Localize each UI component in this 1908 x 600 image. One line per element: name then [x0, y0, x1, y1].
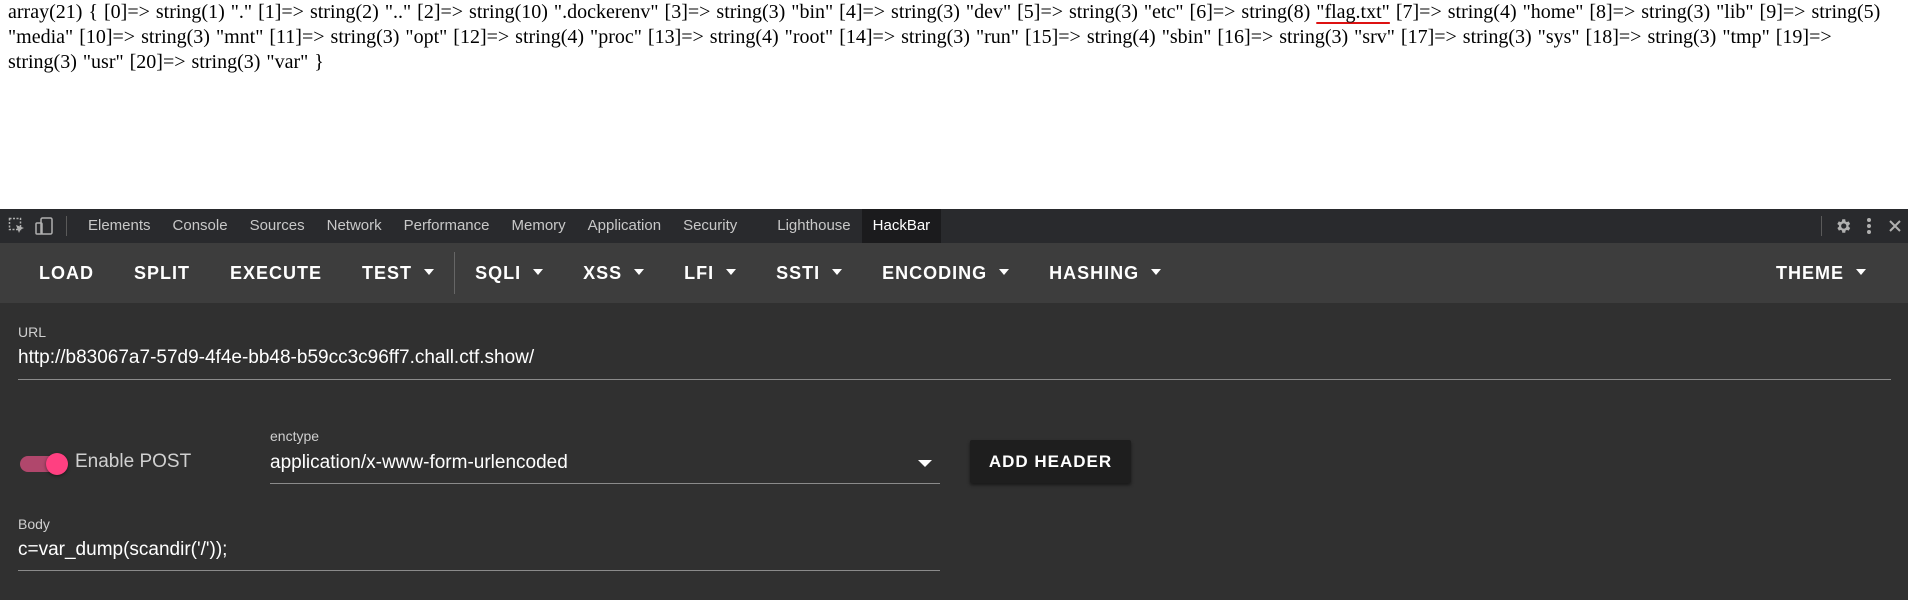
enctype-select[interactable]: application/x-www-form-urlencoded — [270, 452, 568, 474]
tab-performance[interactable]: Performance — [393, 209, 501, 243]
toolbar-divider — [1821, 216, 1822, 236]
test-dropdown[interactable]: TEST — [342, 243, 454, 303]
hackbar-toolbar: LOAD SPLIT EXECUTE TEST SQLI XSS LFI SST… — [0, 243, 1908, 303]
theme-dropdown[interactable]: THEME — [1756, 243, 1886, 303]
xss-dropdown[interactable]: XSS — [563, 243, 664, 303]
output-segment: array(21) { [0]=> string(1) "." [1]=> st… — [8, 1, 1317, 23]
caret-down-icon — [999, 269, 1010, 276]
load-label: LOAD — [39, 263, 94, 283]
tab-console[interactable]: Console — [162, 209, 239, 243]
enctype-label: enctype — [270, 428, 320, 444]
toggle-knob — [46, 453, 68, 475]
xss-label: XSS — [583, 263, 623, 283]
close-icon[interactable] — [1882, 209, 1908, 243]
ssti-dropdown[interactable]: SSTI — [756, 243, 862, 303]
caret-down-icon — [1151, 269, 1162, 276]
hashing-label: HASHING — [1049, 263, 1140, 283]
caret-down-icon — [832, 269, 843, 276]
sqli-label: SQLI — [475, 263, 522, 283]
enable-post-label: Enable POST — [75, 451, 192, 472]
body-underline — [18, 570, 940, 571]
tab-memory[interactable]: Memory — [501, 209, 577, 243]
chevron-down-icon[interactable] — [918, 460, 932, 467]
kebab-menu-icon[interactable] — [1856, 209, 1882, 243]
ssti-label: SSTI — [776, 263, 821, 283]
theme-label: THEME — [1776, 263, 1844, 283]
test-label: TEST — [362, 263, 413, 283]
add-header-button[interactable]: ADD HEADER — [970, 440, 1131, 483]
tab-sources[interactable]: Sources — [239, 209, 316, 243]
toolbar-divider — [66, 216, 67, 236]
execute-button[interactable]: EXECUTE — [210, 243, 342, 303]
execute-label: EXECUTE — [230, 263, 323, 283]
tab-elements[interactable]: Elements — [77, 209, 162, 243]
body-input[interactable]: c=var_dump(scandir('/')); — [18, 539, 227, 561]
enable-post-toggle[interactable] — [20, 453, 70, 475]
lfi-label: LFI — [684, 263, 715, 283]
devtools-tab-bar: Elements Console Sources Network Perform… — [0, 209, 1908, 244]
page-output: array(21) { [0]=> string(1) "." [1]=> st… — [0, 0, 1908, 209]
caret-down-icon — [634, 269, 645, 276]
lfi-dropdown[interactable]: LFI — [664, 243, 756, 303]
hashing-dropdown[interactable]: HASHING — [1029, 243, 1181, 303]
url-input[interactable]: http://b83067a7-57d9-4f4e-bb48-b59cc3c96… — [18, 347, 534, 369]
gear-icon[interactable] — [1830, 209, 1856, 243]
tab-network[interactable]: Network — [316, 209, 393, 243]
enctype-underline — [270, 483, 940, 484]
device-toolbar-icon[interactable] — [34, 215, 56, 237]
devtools-right-controls — [1821, 209, 1908, 243]
encoding-label: ENCODING — [882, 263, 988, 283]
tab-lighthouse[interactable]: Lighthouse — [766, 209, 861, 243]
url-label: URL — [18, 324, 47, 340]
tab-hackbar[interactable]: HackBar — [861, 209, 942, 243]
body-label: Body — [18, 516, 50, 532]
split-button[interactable]: SPLIT — [114, 243, 210, 303]
var-dump-output: array(21) { [0]=> string(1) "." [1]=> st… — [8, 0, 1898, 75]
load-button[interactable]: LOAD — [0, 243, 114, 303]
caret-down-icon — [1856, 269, 1866, 276]
encoding-dropdown[interactable]: ENCODING — [862, 243, 1029, 303]
tab-security[interactable]: Security — [672, 209, 748, 243]
sqli-dropdown[interactable]: SQLI — [455, 243, 563, 303]
caret-down-icon — [726, 269, 737, 276]
url-underline — [18, 379, 1891, 380]
caret-down-icon — [533, 269, 544, 276]
flag-file-highlight: "flag.txt" — [1316, 1, 1390, 23]
split-label: SPLIT — [134, 263, 191, 283]
caret-down-icon — [424, 269, 435, 276]
inspect-element-icon[interactable] — [6, 215, 28, 237]
tab-application[interactable]: Application — [577, 209, 672, 243]
